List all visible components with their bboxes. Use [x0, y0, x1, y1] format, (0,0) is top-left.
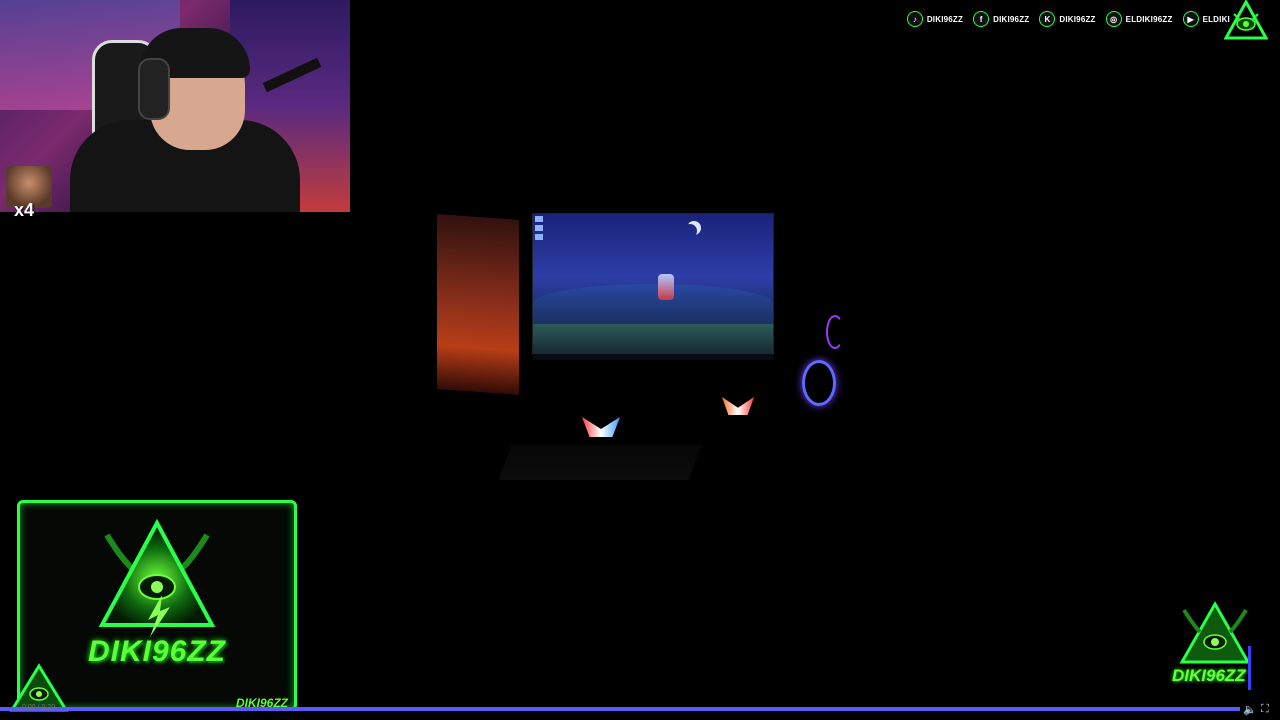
webcam-feed	[0, 0, 350, 212]
scene-hills	[533, 284, 773, 324]
social-link-youtube[interactable]: ▶ ELDIKI	[1182, 11, 1230, 27]
social-label: DIKI96ZZ	[926, 14, 964, 24]
social-label: DIKI96ZZ	[1059, 14, 1096, 24]
social-link-instagram[interactable]: ◎ ELDIKI96ZZ	[1105, 11, 1173, 27]
tiktok-icon: ♪	[906, 11, 923, 27]
game-character	[658, 274, 674, 300]
light-ring-small	[826, 315, 844, 349]
keyboard	[498, 445, 702, 480]
rgb-light-left-icon	[582, 417, 620, 437]
video-time: 0:00 / 0:20	[22, 704, 56, 711]
light-ring	[802, 360, 836, 406]
watermark-name: DIKI96ZZ	[1172, 666, 1246, 685]
fullscreen-icon[interactable]: ⛶	[1261, 703, 1273, 715]
game-scene	[430, 205, 860, 515]
video-progress-fill	[0, 707, 1240, 711]
brand-emblem-icon	[98, 518, 216, 637]
youtube-icon: ▶	[1182, 11, 1199, 27]
instagram-icon: ◎	[1105, 11, 1122, 27]
facebook-icon: f	[973, 11, 990, 27]
monitor-taskbar	[533, 354, 773, 360]
desktop-icons	[535, 216, 545, 246]
video-progress-bar[interactable]	[0, 707, 1240, 711]
volume-icon[interactable]: 🔈	[1243, 703, 1257, 716]
main-monitor	[532, 213, 774, 360]
emote-multiplier: x4	[14, 200, 35, 220]
watermark-accent-bar	[1248, 646, 1251, 690]
corner-eye-logo-icon	[1224, 0, 1268, 40]
left-monitor	[437, 214, 519, 395]
rgb-light-right-icon	[722, 397, 754, 415]
stream-viewport: x4 ♪ DIKI96ZZ f DIKI96ZZ K DIKI96ZZ ◎ ELDIKI96Z…	[0, 0, 1280, 720]
social-label: DIKI96ZZ	[993, 14, 1030, 24]
social-label: ELDIKI96ZZ	[1125, 14, 1173, 24]
kick-icon: K	[1039, 11, 1056, 27]
scene-ground	[533, 324, 773, 354]
headset	[138, 58, 170, 120]
social-link-facebook[interactable]: f DIKI96ZZ	[973, 11, 1029, 27]
moon-icon	[683, 224, 697, 238]
social-links-bar: ♪ DIKI96ZZ f DIKI96ZZ K DIKI96ZZ ◎ ELDIKI96ZZ ▶ E…	[906, 11, 1230, 27]
social-link-tiktok[interactable]: ♪ DIKI96ZZ	[906, 11, 964, 27]
social-link-kick[interactable]: K DIKI96ZZ	[1039, 11, 1095, 27]
